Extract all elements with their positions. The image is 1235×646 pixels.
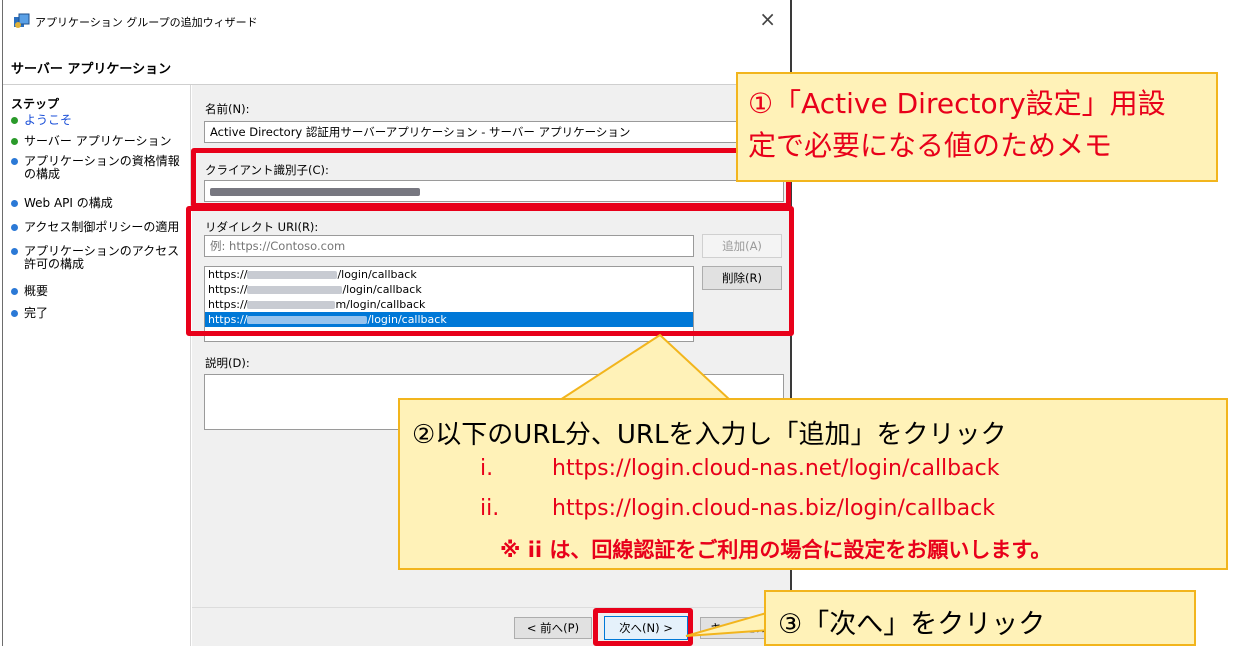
callout2-item2-marker: ii. [480, 496, 500, 521]
callout3-pointer [685, 610, 771, 637]
callout2-item2-url: https://login.cloud-nas.biz/login/callba… [552, 496, 995, 521]
callout2-line1: ②以下のURL分、URLを入力し「追加」をクリック [412, 420, 1007, 450]
callout1-line2: 定で必要になる値のためメモ [748, 129, 1113, 162]
screenshot-stage: アプリケーション グループの追加ウィザード × サーバー アプリケーション ステ… [0, 0, 1235, 646]
callout-redirect-note: ②以下のURL分、URLを入力し「追加」をクリック i. https://log… [398, 398, 1228, 570]
callout2-item1-marker: i. [480, 456, 494, 481]
callout-next-note: ③「次へ」をクリック [764, 590, 1196, 646]
callout2-footnote: ※ ii は、回線認証をご利用の場合に設定をお願いします。 [500, 538, 1052, 562]
callout3-text: ③「次へ」をクリック [778, 609, 1046, 640]
callout1-line1: ①「Active Directory設定」用設 [748, 87, 1166, 120]
callout-client-id-note: ①「Active Directory設定」用設 定で必要になる値のためメモ [736, 72, 1218, 182]
callout2-item1-url: https://login.cloud-nas.net/login/callba… [552, 456, 1000, 481]
callout2-pointer [556, 333, 733, 401]
